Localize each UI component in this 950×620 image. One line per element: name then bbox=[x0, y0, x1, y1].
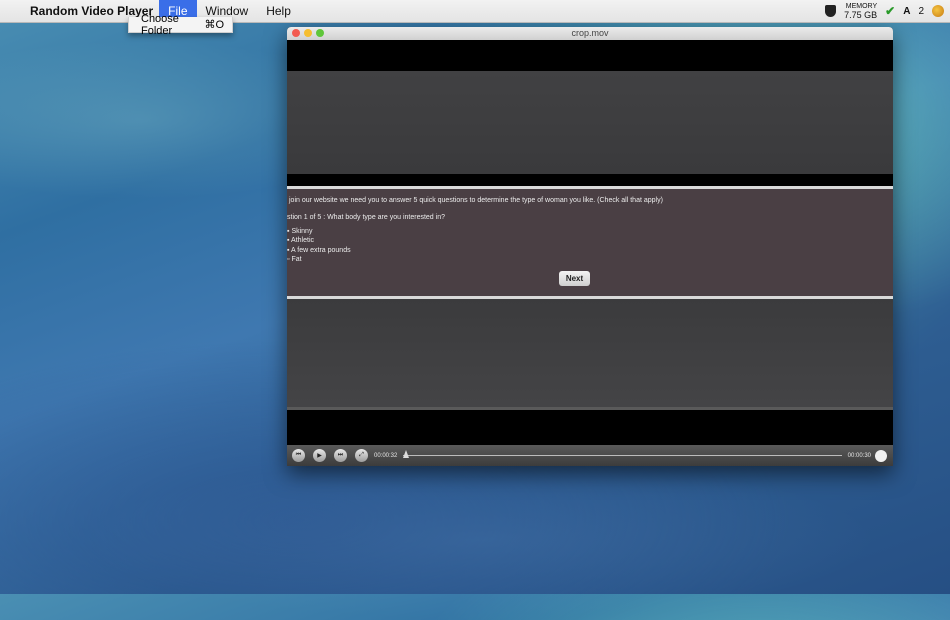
dialog-intro-text: join our website we need you to answer 5… bbox=[289, 197, 663, 204]
a-icon[interactable]: A bbox=[903, 6, 910, 17]
zoom-icon[interactable] bbox=[316, 29, 324, 37]
video-band bbox=[287, 299, 893, 410]
file-menu-dropdown: Choose Folder ⌘O bbox=[128, 13, 233, 37]
dialog-option: ▪ Skinny bbox=[287, 228, 313, 235]
status-badge[interactable]: 2 bbox=[918, 6, 924, 17]
player-window: crop.mov join our website we need you to… bbox=[287, 27, 893, 466]
choose-folder-shortcut: ⌘O bbox=[204, 19, 224, 31]
fullscreen-icon[interactable]: ⤢ bbox=[355, 449, 368, 462]
dialog-option: ▫ Fat bbox=[287, 256, 302, 263]
video-questionnaire: join our website we need you to answer 5… bbox=[287, 186, 893, 299]
skip-back-icon[interactable]: ⏮ bbox=[292, 449, 305, 462]
memory-indicator[interactable]: MEMORY 7.75 GB bbox=[844, 3, 878, 20]
seek-thumb[interactable] bbox=[403, 450, 410, 458]
minimize-icon[interactable] bbox=[304, 29, 312, 37]
app-name-menu[interactable]: Random Video Player bbox=[30, 4, 159, 18]
dialog-option: ▪ A few extra pounds bbox=[287, 247, 351, 254]
total-time: 00:00:30 bbox=[847, 452, 871, 459]
volume-icon[interactable] bbox=[875, 449, 887, 462]
checkmark-icon[interactable]: ✔ bbox=[885, 4, 895, 18]
menu-help[interactable]: Help bbox=[257, 0, 300, 22]
status-area: MEMORY 7.75 GB ✔ A 2 bbox=[825, 3, 950, 20]
current-time: 00:00:32 bbox=[374, 452, 398, 459]
skip-forward-icon[interactable]: ⏭ bbox=[334, 449, 347, 462]
shield-icon[interactable] bbox=[825, 5, 837, 17]
memory-value: 7.75 GB bbox=[844, 10, 878, 20]
player-controls: ⏮ ▶ ⏭ ⤢ 00:00:32 00:00:30 bbox=[287, 445, 893, 466]
seek-bar[interactable] bbox=[403, 450, 842, 458]
window-controls bbox=[292, 29, 324, 37]
dialog-option: ▪ Athletic bbox=[287, 237, 315, 244]
video-area[interactable]: join our website we need you to answer 5… bbox=[287, 40, 893, 445]
video-band bbox=[287, 71, 893, 174]
status-circle-icon[interactable] bbox=[932, 5, 944, 17]
dialog-question-text: stion 1 of 5 : What body type are you in… bbox=[287, 214, 445, 221]
window-title: crop.mov bbox=[571, 28, 609, 38]
video-next-button: Next bbox=[559, 271, 590, 286]
close-icon[interactable] bbox=[292, 29, 300, 37]
choose-folder-menu-item[interactable]: Choose Folder bbox=[141, 13, 204, 37]
window-titlebar[interactable]: crop.mov bbox=[287, 27, 893, 40]
wallpaper-wave bbox=[80, 460, 880, 620]
play-icon[interactable]: ▶ bbox=[313, 449, 326, 462]
